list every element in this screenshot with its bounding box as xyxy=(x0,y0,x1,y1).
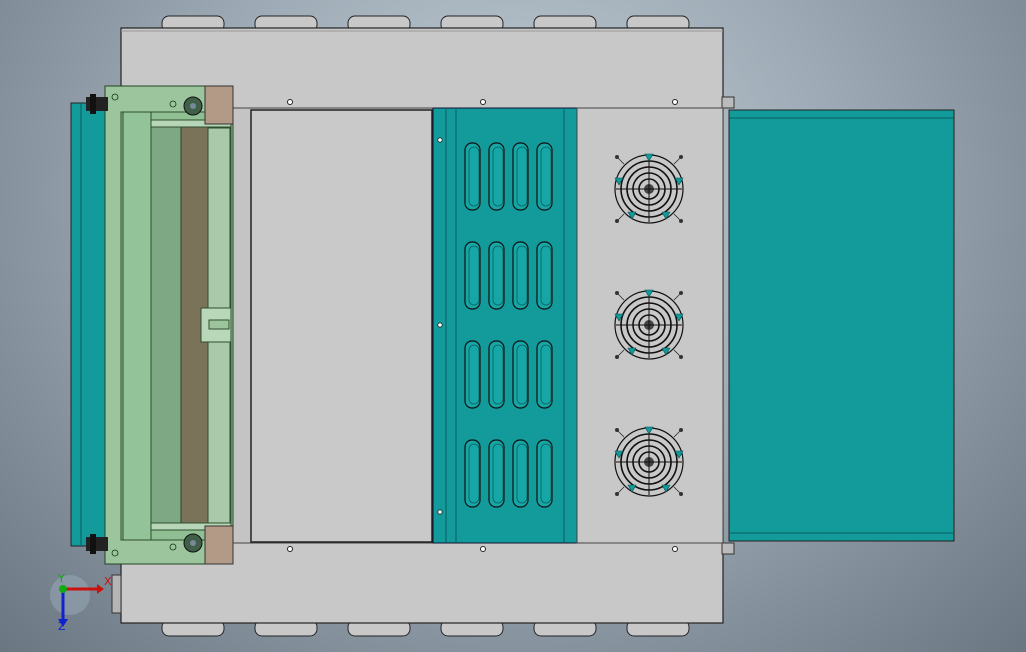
cad-viewport[interactable]: X Y Z xyxy=(0,0,1026,652)
roller-rail-left xyxy=(122,111,152,541)
cooling-fan xyxy=(614,153,684,224)
right-conveyor xyxy=(728,109,955,542)
vent-slot xyxy=(488,340,505,409)
vent-slot xyxy=(488,142,505,211)
vent-slot xyxy=(464,340,481,409)
triad-y-dot xyxy=(59,585,67,593)
small-bottom-bracket xyxy=(111,574,122,614)
vent-slot xyxy=(464,439,481,508)
vent-slot xyxy=(512,241,529,310)
vent-slot xyxy=(464,142,481,211)
bottom-gear xyxy=(183,533,203,553)
machine-top-view-drawing xyxy=(50,15,955,637)
triad-z-label: Z xyxy=(58,620,66,633)
right-bracket-top xyxy=(721,96,735,109)
top-bearing-block xyxy=(204,85,234,125)
top-adjust-knob xyxy=(86,94,108,114)
cooling-fan xyxy=(614,426,684,497)
vent-slot xyxy=(536,340,553,409)
right-bracket-bottom xyxy=(721,542,735,555)
triad-x-arrow xyxy=(97,584,104,594)
bottom-bearing-block xyxy=(204,525,234,565)
vent-slot xyxy=(488,241,505,310)
cooling-fans xyxy=(614,153,684,497)
bottom-adjust-knob xyxy=(86,534,108,554)
triad-origin-sphere xyxy=(50,575,90,615)
cooling-fan xyxy=(614,289,684,360)
vent-slot xyxy=(512,142,529,211)
roller-green xyxy=(150,123,182,530)
vent-slot xyxy=(464,241,481,310)
triad-y-label: Y xyxy=(58,572,65,585)
vent-slot xyxy=(512,340,529,409)
vent-slot xyxy=(536,439,553,508)
triad-x-label: X xyxy=(104,575,112,588)
vent-slot xyxy=(512,439,529,508)
top-gear xyxy=(183,96,203,116)
vent-panel xyxy=(432,107,578,544)
vent-slot xyxy=(536,142,553,211)
vent-slot xyxy=(536,241,553,310)
vent-slot xyxy=(488,439,505,508)
access-panel xyxy=(250,109,433,543)
mid-clamp-inner xyxy=(208,319,230,330)
